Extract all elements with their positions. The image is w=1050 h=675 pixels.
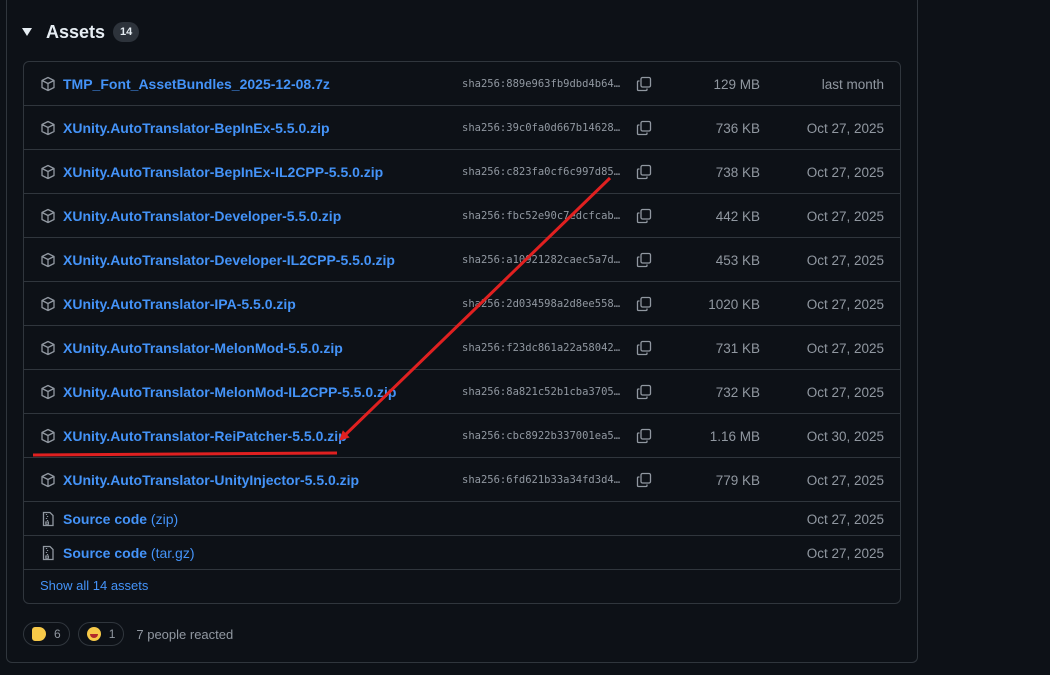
- asset-sha256: sha256:cbc8922b337001ea5…: [462, 430, 621, 442]
- asset-download-link[interactable]: XUnity.AutoTranslator-BepInEx-5.5.0.zip: [63, 120, 330, 136]
- asset-download-link[interactable]: XUnity.AutoTranslator-MelonMod-5.5.0.zip: [63, 340, 343, 356]
- asset-date: Oct 27, 2025: [806, 253, 884, 268]
- source-code-link[interactable]: Source code (tar.gz): [63, 545, 195, 561]
- asset-download-link[interactable]: XUnity.AutoTranslator-Developer-5.5.0.zi…: [63, 208, 341, 224]
- assets-list: TMP_Font_AssetBundles_2025-12-08.7z sha25…: [23, 61, 901, 604]
- asset-download-link[interactable]: TMP_Font_AssetBundles_2025-12-08.7z: [63, 76, 330, 92]
- asset-sha256: sha256:6fd621b33a34fd3d4…: [462, 474, 621, 486]
- smile-icon: [86, 627, 101, 641]
- assets-count-badge: 14: [113, 22, 140, 42]
- source-code-row: Source code (zip) Oct 27, 2025: [24, 502, 900, 536]
- reaction-count: 1: [108, 627, 116, 641]
- copy-icon[interactable]: [636, 164, 652, 180]
- package-icon: [40, 428, 56, 444]
- copy-icon[interactable]: [636, 340, 652, 356]
- asset-row: XUnity.AutoTranslator-Developer-5.5.0.zi…: [24, 194, 900, 238]
- asset-size: 738 KB: [715, 165, 760, 180]
- asset-sha256: sha256:2d034598a2d8ee558…: [462, 298, 621, 310]
- asset-date: Oct 27, 2025: [806, 546, 884, 561]
- asset-download-link[interactable]: XUnity.AutoTranslator-BepInEx-IL2CPP-5.5…: [63, 164, 383, 180]
- asset-row: XUnity.AutoTranslator-IPA-5.5.0.zip sha25…: [24, 282, 900, 326]
- assets-title: Assets: [46, 21, 106, 42]
- package-icon: [40, 384, 56, 400]
- asset-size: 779 KB: [715, 473, 760, 488]
- copy-icon[interactable]: [636, 428, 652, 444]
- asset-date: Oct 27, 2025: [806, 209, 884, 224]
- asset-size: 736 KB: [715, 121, 760, 136]
- reactions-bar: 6 1 7 people reacted: [23, 622, 233, 646]
- asset-date: Oct 27, 2025: [806, 165, 884, 180]
- file-zip-icon: [40, 511, 56, 527]
- asset-date: Oct 27, 2025: [806, 473, 884, 488]
- asset-size: 731 KB: [715, 341, 760, 356]
- asset-date: Oct 30, 2025: [806, 429, 884, 444]
- asset-row: XUnity.AutoTranslator-MelonMod-5.5.0.zip…: [24, 326, 900, 370]
- package-icon: [40, 340, 56, 356]
- asset-sha256: sha256:889e963fb9dbd4b64…: [462, 78, 621, 90]
- package-icon: [40, 120, 56, 136]
- asset-date: Oct 27, 2025: [806, 121, 884, 136]
- reaction-thumbs-up[interactable]: 6: [23, 622, 70, 646]
- asset-row: XUnity.AutoTranslator-UnityInjector-5.5.…: [24, 458, 900, 502]
- asset-row: XUnity.AutoTranslator-Developer-IL2CPP-5…: [24, 238, 900, 282]
- asset-size: 732 KB: [715, 385, 760, 400]
- source-code-link[interactable]: Source code (zip): [63, 511, 178, 527]
- source-code-label: Source code: [63, 545, 148, 561]
- asset-size: 1020 KB: [708, 297, 760, 312]
- asset-date: Oct 27, 2025: [806, 385, 884, 400]
- assets-header[interactable]: Assets 14: [22, 20, 140, 44]
- package-icon: [40, 252, 56, 268]
- asset-sha256: sha256:f23dc861a22a58042…: [462, 342, 621, 354]
- copy-icon[interactable]: [636, 384, 652, 400]
- source-code-label: Source code: [63, 511, 148, 527]
- asset-date: Oct 27, 2025: [806, 297, 884, 312]
- source-code-format: (zip): [150, 511, 179, 527]
- asset-download-link[interactable]: XUnity.AutoTranslator-IPA-5.5.0.zip: [63, 296, 296, 312]
- copy-icon[interactable]: [636, 76, 652, 92]
- package-icon: [40, 208, 56, 224]
- copy-icon[interactable]: [636, 296, 652, 312]
- asset-sha256: sha256:a10921282caec5a7d…: [462, 254, 621, 266]
- asset-sha256: sha256:fbc52e90c7edcfcab…: [462, 210, 621, 222]
- reaction-count: 6: [54, 627, 61, 641]
- copy-icon[interactable]: [636, 472, 652, 488]
- asset-download-link[interactable]: XUnity.AutoTranslator-Developer-IL2CPP-5…: [63, 252, 395, 268]
- asset-sha256: sha256:39c0fa0d667b14628…: [462, 122, 621, 134]
- asset-row: XUnity.AutoTranslator-ReiPatcher-5.5.0.z…: [24, 414, 900, 458]
- copy-icon[interactable]: [636, 252, 652, 268]
- asset-row: XUnity.AutoTranslator-MelonMod-IL2CPP-5.…: [24, 370, 900, 414]
- asset-sha256: sha256:c823fa0cf6c997d85…: [462, 166, 621, 178]
- asset-row: XUnity.AutoTranslator-BepInEx-5.5.0.zip s…: [24, 106, 900, 150]
- asset-row: TMP_Font_AssetBundles_2025-12-08.7z sha25…: [24, 62, 900, 106]
- caret-down-icon[interactable]: [22, 28, 32, 36]
- source-code-row: Source code (tar.gz) Oct 27, 2025: [24, 536, 900, 570]
- source-code-format: (tar.gz): [150, 545, 195, 561]
- asset-size: 442 KB: [715, 209, 760, 224]
- reactions-summary: 7 people reacted: [136, 626, 234, 642]
- asset-size: 1.16 MB: [709, 429, 760, 444]
- asset-row: XUnity.AutoTranslator-BepInEx-IL2CPP-5.5…: [24, 150, 900, 194]
- asset-date: Oct 27, 2025: [806, 512, 884, 527]
- asset-date: last month: [821, 77, 884, 92]
- asset-size: 129 MB: [713, 77, 760, 92]
- asset-sha256: sha256:8a821c52b1cba3705…: [462, 386, 621, 398]
- package-icon: [40, 76, 56, 92]
- copy-icon[interactable]: [636, 208, 652, 224]
- package-icon: [40, 296, 56, 312]
- asset-date: Oct 27, 2025: [806, 341, 884, 356]
- file-zip-icon: [40, 545, 56, 561]
- show-all-assets-link[interactable]: Show all 14 assets: [40, 578, 148, 593]
- asset-download-link[interactable]: XUnity.AutoTranslator-ReiPatcher-5.5.0.z…: [63, 428, 347, 444]
- reaction-smile[interactable]: 1: [77, 622, 125, 646]
- package-icon: [40, 472, 56, 488]
- package-icon: [40, 164, 56, 180]
- asset-download-link[interactable]: XUnity.AutoTranslator-UnityInjector-5.5.…: [63, 472, 359, 488]
- thumbs-up-icon: [32, 627, 46, 641]
- copy-icon[interactable]: [636, 120, 652, 136]
- asset-download-link[interactable]: XUnity.AutoTranslator-MelonMod-IL2CPP-5.…: [63, 384, 396, 400]
- asset-size: 453 KB: [715, 253, 760, 268]
